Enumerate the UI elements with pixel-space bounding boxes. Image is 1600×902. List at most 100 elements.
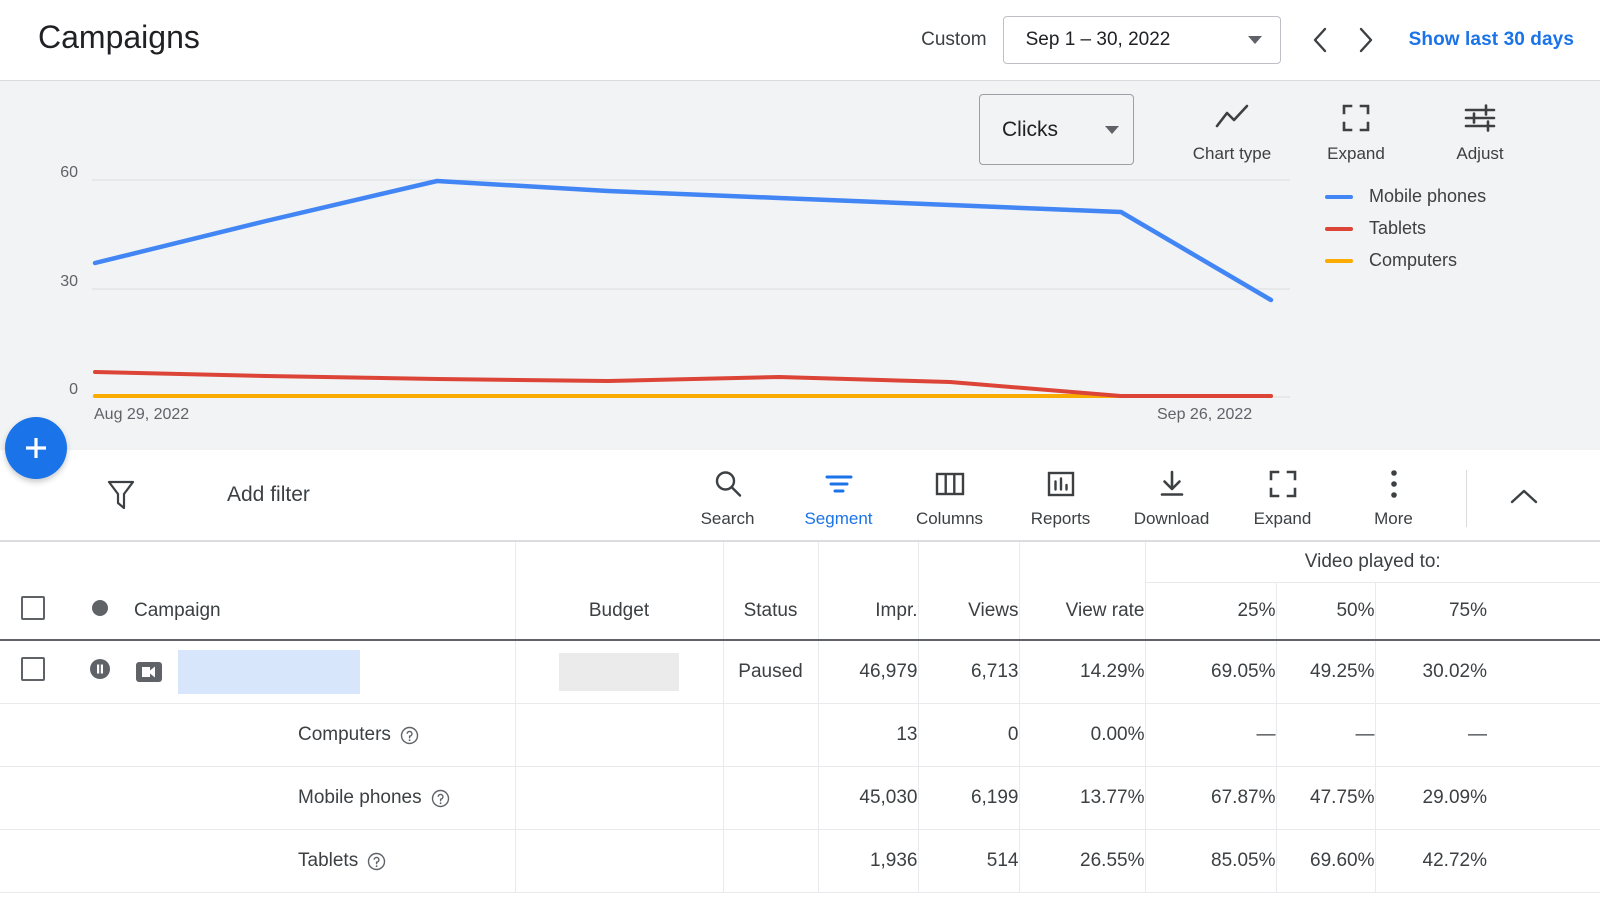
plus-icon (21, 433, 51, 463)
column-header-played-50[interactable]: 50% (1276, 582, 1376, 641)
select-all-checkbox[interactable] (21, 595, 45, 620)
expand-icon (1268, 463, 1298, 505)
help-circle-icon[interactable] (400, 726, 419, 745)
row-campaign-cell (134, 640, 516, 704)
collapse-panel-button[interactable] (1500, 475, 1548, 523)
expand-icon (1341, 96, 1371, 140)
legend-label-mobile-phones: Mobile phones (1369, 186, 1487, 206)
legend-item-mobile-phones[interactable]: Mobile phones (1325, 186, 1486, 207)
previous-period-button[interactable] (1299, 18, 1343, 62)
chevron-up-icon (1508, 486, 1540, 513)
row-view-rate-cell: 14.29% (1019, 640, 1146, 704)
row-checkbox[interactable] (21, 657, 45, 681)
chart-actions: Chart type Expand Adjust (1170, 96, 1542, 164)
reports-icon (1046, 463, 1076, 505)
segment-impr-cell: 13 (818, 703, 919, 767)
date-range-controls: Custom Sep 1 – 30, 2022 Show last 30 day… (921, 14, 1574, 66)
chart-expand-button[interactable]: Expand (1294, 96, 1418, 164)
legend-item-computers[interactable]: Computers (1325, 250, 1486, 271)
toolbar-more-label: More (1374, 509, 1413, 528)
create-campaign-fab[interactable] (5, 417, 67, 479)
segment-view-rate-cell: 26.55% (1019, 829, 1146, 893)
date-range-value: Sep 1 – 30, 2022 (1025, 29, 1171, 50)
segment-name: Computers (298, 724, 391, 745)
segment-impr-cell: 1,936 (818, 829, 919, 893)
column-header-status[interactable]: Status (723, 582, 819, 641)
column-header-budget[interactable]: Budget (515, 582, 724, 641)
toolbar-columns-label: Columns (915, 509, 984, 528)
column-header-campaign[interactable]: Campaign (134, 582, 516, 641)
row-status-icon-cell (66, 640, 134, 704)
row-select-cell (0, 640, 66, 704)
columns-icon (934, 463, 966, 505)
next-period-button[interactable] (1343, 18, 1387, 62)
segment-name: Mobile phones (298, 787, 422, 808)
series-line-tablets (93, 370, 1273, 398)
toolbar-download-label: Download (1133, 509, 1210, 528)
toolbar-reports-button[interactable]: Reports (1005, 463, 1116, 529)
segment-label-cell: Computers (134, 703, 516, 767)
toolbar-download-button[interactable]: Download (1116, 463, 1227, 529)
line-chart-icon (1214, 96, 1250, 140)
segment-label-cell: Tablets (134, 829, 516, 893)
date-range-select[interactable]: Sep 1 – 30, 2022 (1002, 16, 1281, 64)
chart-type-button[interactable]: Chart type (1170, 96, 1294, 164)
table-row: Computers 13 0 0.00% — — — (0, 703, 1600, 767)
budget-redacted (559, 653, 679, 691)
column-header-played-25[interactable]: 25% (1145, 582, 1277, 641)
help-circle-icon[interactable] (367, 852, 386, 871)
toolbar-reports-label: Reports (1030, 509, 1091, 528)
legend-swatch-computers (1325, 258, 1353, 263)
add-filter-button[interactable]: Add filter (227, 483, 310, 507)
toolbar-columns-button[interactable]: Columns (894, 463, 1005, 529)
segment-played-25-cell: 85.05% (1145, 829, 1277, 893)
table-row: Mobile phones 45,030 6,199 13.77% 67.87%… (0, 766, 1600, 830)
help-circle-icon[interactable] (431, 789, 450, 808)
segment-played-50-cell: — (1276, 703, 1376, 767)
column-header-impr[interactable]: Impr. (818, 582, 919, 641)
table-row: Tablets 1,936 514 26.55% 85.05% 69.60% 4… (0, 829, 1600, 893)
segment-played-75-cell: 42.72% (1375, 829, 1487, 893)
column-header-views[interactable]: Views (918, 582, 1020, 641)
table-row[interactable]: Paused 46,979 6,713 14.29% 69.05% 49.25%… (0, 640, 1600, 704)
circle-icon[interactable] (92, 599, 108, 616)
chart-legend: Mobile phones Tablets Computers (1325, 186, 1486, 271)
segment-played-50-cell: 47.75% (1276, 766, 1376, 830)
chart-type-label: Chart type (1192, 144, 1272, 163)
legend-item-tablets[interactable]: Tablets (1325, 218, 1486, 239)
pause-circle-icon[interactable] (88, 659, 112, 686)
show-last-30-days-link[interactable]: Show last 30 days (1409, 29, 1574, 51)
row-played-50-cell: 49.25% (1276, 640, 1376, 704)
x-axis-start-label: Aug 29, 2022 (94, 406, 190, 423)
toolbar-search-label: Search (700, 509, 755, 528)
page-header: Campaigns Custom Sep 1 – 30, 2022 Show l… (0, 0, 1600, 81)
legend-swatch-tablets (1325, 226, 1353, 231)
column-header-played-75[interactable]: 75% (1375, 582, 1487, 641)
row-views-cell: 6,713 (918, 640, 1020, 704)
more-vert-icon (1388, 463, 1400, 505)
table-group-header-row: Video played to: (0, 542, 1600, 583)
row-played-75-cell: 30.02% (1375, 640, 1487, 704)
y-axis-tick-30: 30 (60, 273, 78, 290)
row-budget-cell (515, 640, 724, 704)
filter-funnel-icon[interactable] (105, 477, 137, 518)
sort-indicator-cell (66, 582, 134, 641)
toolbar-expand-button[interactable]: Expand (1227, 463, 1338, 529)
date-range-preset-label: Custom (921, 29, 987, 50)
tune-icon (1464, 96, 1496, 140)
segment-played-75-cell: 29.09% (1375, 766, 1487, 830)
segment-impr-cell: 45,030 (818, 766, 919, 830)
column-header-view-rate[interactable]: View rate (1019, 582, 1146, 641)
chart-adjust-button[interactable]: Adjust (1418, 96, 1542, 164)
page-title: Campaigns (38, 19, 200, 55)
row-played-25-cell: 69.05% (1145, 640, 1277, 704)
select-all-cell (0, 582, 66, 641)
metric-select[interactable]: Clicks (979, 94, 1134, 165)
search-icon (712, 463, 744, 505)
toolbar-segment-button[interactable]: Segment (783, 463, 894, 529)
chart-expand-label: Expand (1327, 144, 1385, 163)
toolbar-search-button[interactable]: Search (672, 463, 783, 529)
chevron-down-icon (1247, 36, 1262, 44)
toolbar-more-button[interactable]: More (1338, 463, 1449, 529)
segment-played-75-cell: — (1375, 703, 1487, 767)
